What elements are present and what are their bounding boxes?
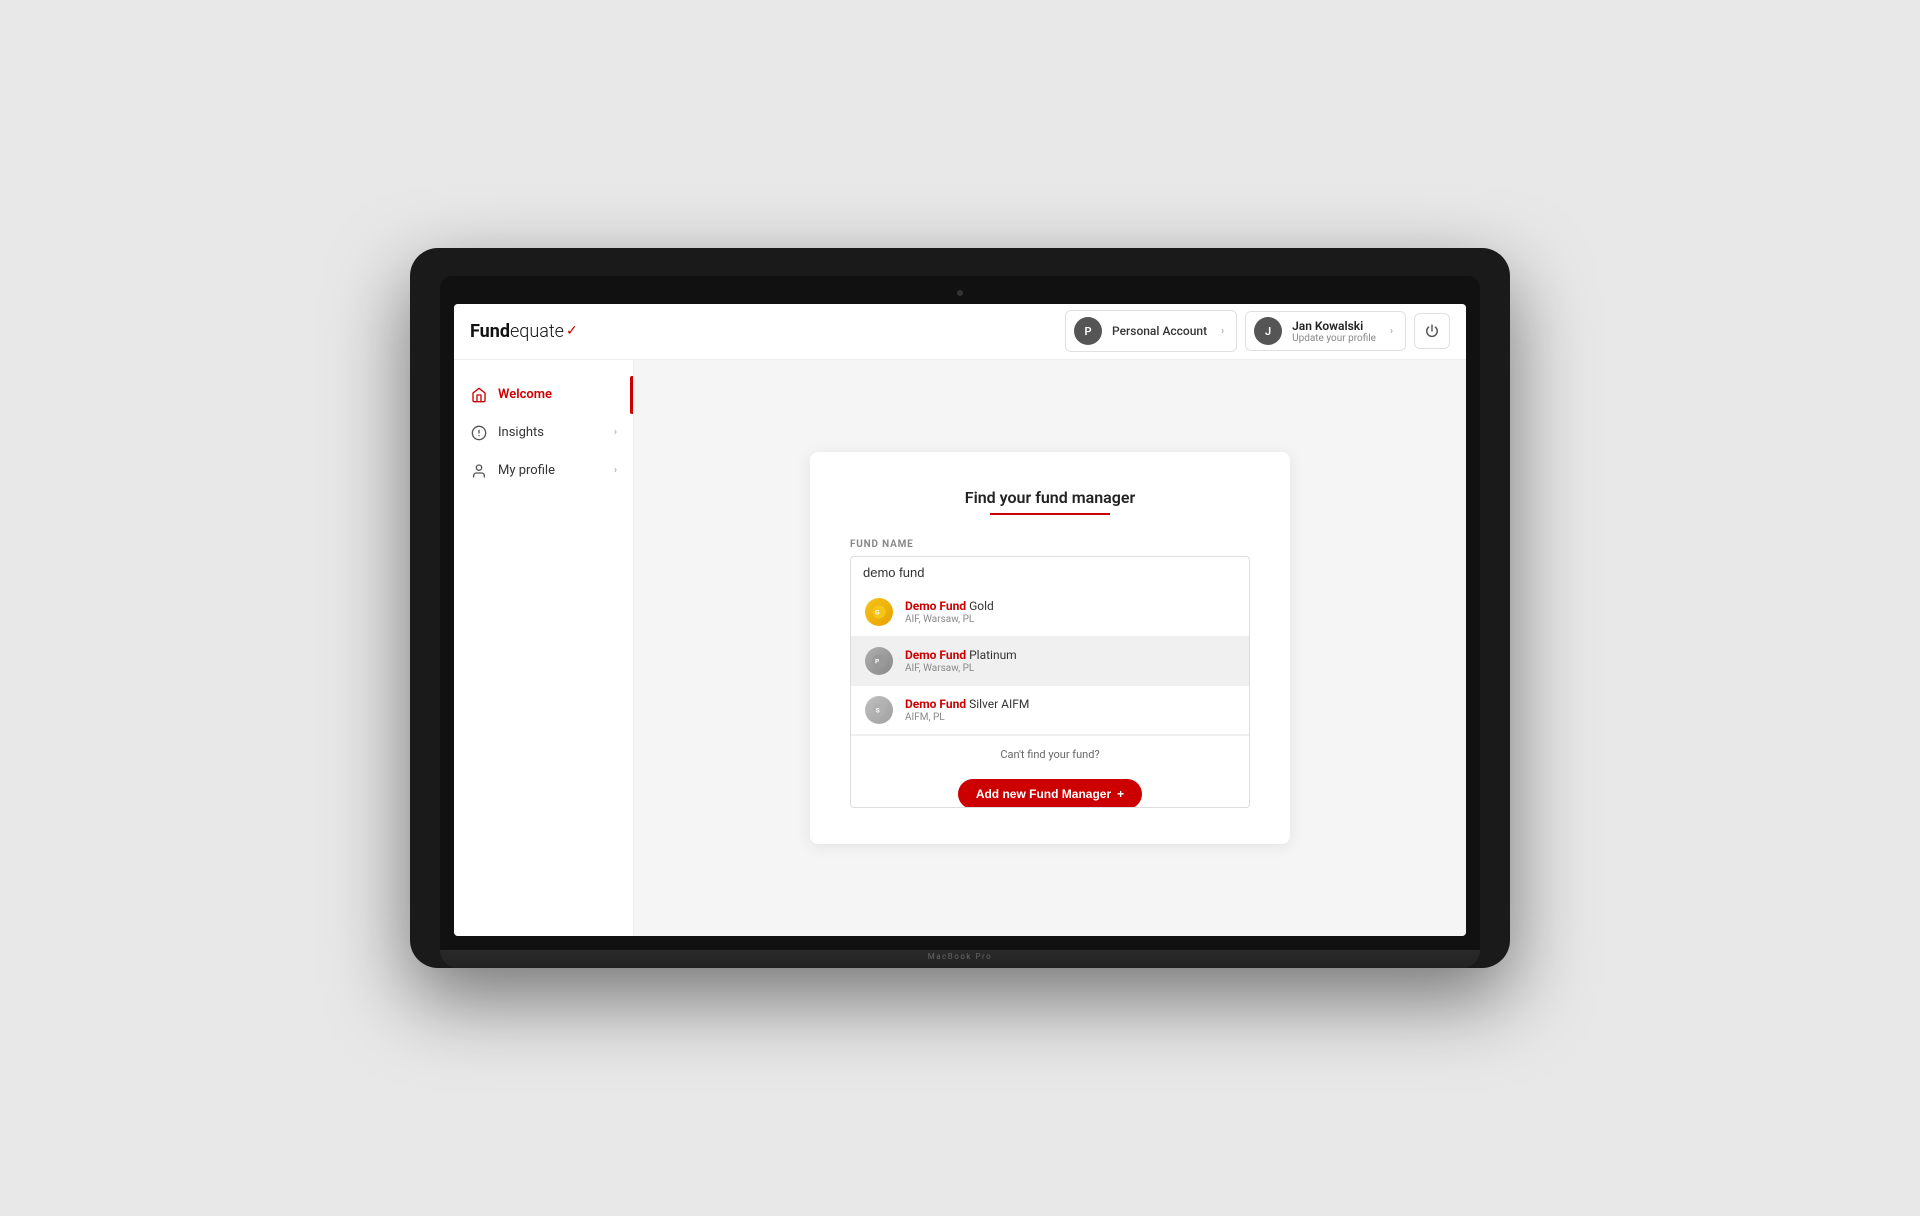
laptop-base: MacBook Pro [440, 950, 1480, 968]
camera-dot [957, 290, 963, 296]
user-avatar: J [1254, 317, 1282, 345]
fund-bold-silver: Demo Fund [905, 697, 966, 711]
power-icon [1425, 324, 1439, 338]
insights-icon [470, 424, 488, 442]
fund-field-label: FUND NAME [850, 539, 1250, 550]
fund-rest-silver: Silver AIFM [969, 697, 1029, 711]
fund-info-silver: Demo Fund Silver AIFM AIFM, PL [905, 697, 1029, 723]
header: Fundequate✓ P Personal Account › J Jan K… [454, 304, 1466, 360]
laptop-frame: Fundequate✓ P Personal Account › J Jan K… [410, 248, 1510, 969]
sidebar-label-welcome: Welcome [498, 387, 552, 402]
user-name: Jan Kowalski [1292, 319, 1376, 333]
fund-sub-gold: AIF, Warsaw, PL [905, 614, 994, 625]
sidebar-item-insights[interactable]: Insights › [454, 414, 633, 452]
dropdown-item-silver[interactable]: S Demo Fund Silver AIFM [851, 686, 1249, 735]
sidebar-item-myprofile[interactable]: My profile › [454, 452, 633, 490]
dropdown-item-gold[interactable]: G Demo Fund Gold [851, 588, 1249, 637]
dropdown-scroll-wrapper: G Demo Fund Gold [850, 588, 1250, 808]
user-badge[interactable]: J Jan Kowalski Update your profile › [1245, 311, 1406, 351]
fund-info-platinum: Demo Fund Platinum AIF, Warsaw, PL [905, 648, 1017, 674]
dropdown-container: G Demo Fund Gold [850, 588, 1250, 808]
fund-bold-platinum: Demo Fund [905, 648, 966, 662]
macbook-label: MacBook Pro [928, 950, 992, 961]
account-badge[interactable]: P Personal Account › [1065, 310, 1237, 352]
fund-avatar-gold: G [865, 598, 893, 626]
gold-fund-icon: G [871, 604, 887, 620]
svg-text:P: P [875, 658, 880, 666]
card-divider [990, 513, 1110, 515]
fund-sub-platinum: AIF, Warsaw, PL [905, 663, 1017, 674]
platinum-fund-icon: P [871, 653, 887, 669]
logo-fund: Fund [470, 321, 510, 342]
add-fund-plus: + [1117, 787, 1124, 801]
add-fund-wrapper: Add new Fund Manager + [851, 779, 1249, 808]
main-area: Welcome Insights › [454, 360, 1466, 937]
fund-name-input[interactable] [850, 556, 1250, 588]
sidebar: Welcome Insights › [454, 360, 634, 937]
app-container: Fundequate✓ P Personal Account › J Jan K… [454, 304, 1466, 937]
fund-rest-gold: Gold [969, 599, 994, 613]
logo-equate: equate [510, 321, 564, 342]
account-name: Personal Account [1112, 324, 1207, 338]
logo-checkmark: ✓ [566, 323, 578, 339]
sidebar-item-welcome[interactable]: Welcome [454, 376, 633, 414]
logo: Fundequate✓ [470, 321, 578, 342]
home-icon [470, 386, 488, 404]
content-area: Find your fund manager FUND NAME [634, 360, 1466, 937]
user-info: Jan Kowalski Update your profile [1292, 319, 1376, 344]
account-chevron-icon: › [1221, 326, 1224, 337]
silver-fund-icon: S [871, 702, 887, 718]
search-input-wrapper: G Demo Fund Gold [850, 556, 1250, 808]
header-right: P Personal Account › J Jan Kowalski Upda… [1065, 310, 1450, 352]
fund-sub-silver: AIFM, PL [905, 712, 1029, 723]
fund-name-platinum: Demo Fund Platinum [905, 648, 1017, 662]
laptop-base-inner: MacBook Pro [440, 950, 1480, 961]
fund-avatar-platinum: P [865, 647, 893, 675]
fund-bold-gold: Demo Fund [905, 599, 966, 613]
dropdown-item-platinum[interactable]: P Demo Fund Platinum [851, 637, 1249, 686]
add-fund-label: Add new Fund Manager [976, 787, 1111, 801]
insights-chevron-icon: › [614, 427, 617, 438]
fund-name-gold: Demo Fund Gold [905, 599, 994, 613]
svg-text:S: S [876, 707, 880, 715]
laptop-screen: Fundequate✓ P Personal Account › J Jan K… [454, 304, 1466, 937]
svg-text:G: G [875, 609, 880, 617]
user-subtitle: Update your profile [1292, 333, 1376, 344]
add-fund-button[interactable]: Add new Fund Manager + [958, 779, 1142, 808]
fund-rest-platinum: Platinum [969, 648, 1017, 662]
screen-bezel: Fundequate✓ P Personal Account › J Jan K… [440, 276, 1480, 951]
fund-info-gold: Demo Fund Gold AIF, Warsaw, PL [905, 599, 994, 625]
profile-icon [470, 462, 488, 480]
account-avatar: P [1074, 317, 1102, 345]
myprofile-chevron-icon: › [614, 465, 617, 476]
card-title: Find your fund manager [850, 488, 1250, 507]
fund-avatar-silver: S [865, 696, 893, 724]
user-chevron-icon: › [1390, 326, 1393, 337]
sidebar-label-myprofile: My profile [498, 463, 555, 478]
find-fund-card: Find your fund manager FUND NAME [810, 452, 1290, 844]
sidebar-label-insights: Insights [498, 425, 544, 440]
power-button[interactable] [1414, 313, 1450, 349]
cant-find-text: Can't find your fund? [851, 735, 1249, 773]
fund-name-silver: Demo Fund Silver AIFM [905, 697, 1029, 711]
